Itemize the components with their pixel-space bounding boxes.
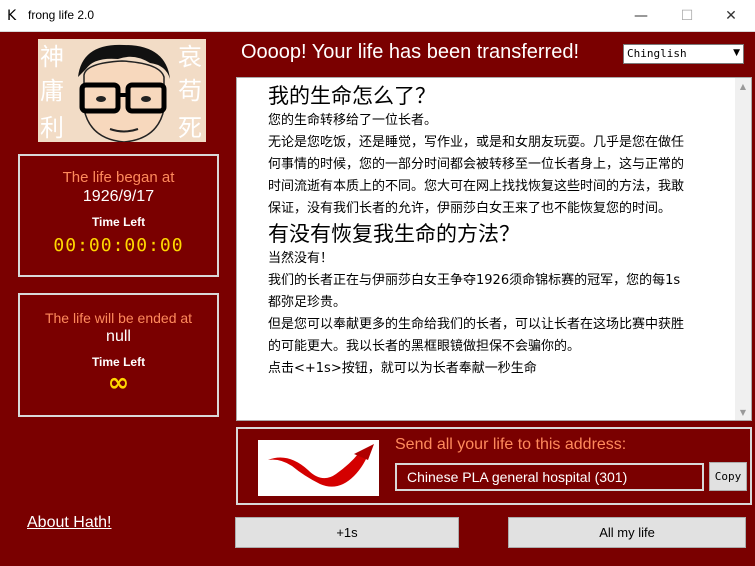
scroll-up-icon[interactable]: ▲: [735, 78, 751, 94]
minimize-icon: —: [634, 7, 648, 24]
avatar-char-6: 死: [178, 114, 202, 142]
avatar-char-2: 庸: [40, 77, 64, 105]
info-text-body: 我的生命怎么了？ 您的生命转移给了一位长者。 无论是您吃饭，还是睡觉，写作业，或…: [268, 82, 692, 380]
elder-portrait-image: 神 庸 利 哀 苟 死: [38, 39, 206, 142]
address-field[interactable]: Chinese PLA general hospital (301): [395, 463, 704, 491]
life-began-label: The life began at: [62, 169, 175, 186]
time-left-label: Time Left: [91, 215, 146, 229]
send-address-label: Send all your life to this address:: [395, 436, 627, 453]
plus-one-second-button[interactable]: +1s: [235, 517, 459, 548]
section-heading-recovery: 有没有恢复我生命的方法？: [268, 222, 520, 246]
infinity-icon: ∞: [107, 368, 130, 398]
section-heading-what-happened: 我的生命怎么了？: [268, 84, 436, 108]
language-select[interactable]: Chinglish ▼: [623, 44, 744, 64]
avatar-char-4: 哀: [178, 43, 202, 71]
about-link[interactable]: About Hath!: [27, 514, 112, 532]
time-left-label: Time Left: [91, 355, 146, 369]
minimize-button[interactable]: —: [618, 0, 664, 31]
all-my-life-button[interactable]: All my life: [508, 517, 746, 548]
info-text-panel[interactable]: 我的生命怎么了？ 您的生命转移给了一位长者。 无论是您吃饭，还是睡觉，写作业，或…: [236, 77, 752, 421]
avatar-char-3: 利: [40, 114, 64, 142]
time-left-timer: 00:00:00:00: [53, 235, 184, 256]
life-began-panel: The life began at 1926/9/17 Time Left 00…: [18, 154, 219, 277]
avatar-char-5: 苟: [178, 77, 202, 105]
chevron-down-icon: ▼: [733, 48, 740, 58]
window-title: frong life 2.0: [28, 8, 95, 22]
ribbon-icon: [268, 444, 374, 487]
vertical-scrollbar[interactable]: ▲ ▼: [735, 78, 751, 420]
life-ended-panel: The life will be ended at null Time Left…: [18, 293, 219, 417]
paragraph: 当然没有！: [268, 251, 334, 266]
red-ribbon-image: [258, 440, 379, 496]
maximize-button[interactable]: ☐: [664, 0, 710, 31]
paragraph: 我们的长者正在与伊丽莎白女王争夺1926须命锦标赛的冠军，您的每1s都弥足珍贵。: [268, 273, 681, 310]
scroll-down-icon[interactable]: ▼: [735, 404, 751, 420]
app-icon: K: [7, 8, 17, 24]
main-panel: 神 庸 利 哀 苟 死 The life began at 1926/9/17 …: [0, 32, 755, 566]
life-ended-date: null: [106, 328, 131, 345]
send-address-panel: Send all your life to this address: Chin…: [236, 427, 752, 505]
avatar-char-1: 神: [40, 43, 64, 71]
avatar: 神 庸 利 哀 苟 死: [38, 39, 206, 142]
maximize-icon: ☐: [680, 7, 694, 24]
copy-button[interactable]: Copy: [709, 462, 747, 491]
language-selected-value: Chinglish: [627, 47, 687, 60]
paragraph: 但是您可以奉献更多的生命给我们的长者，可以让长者在这场比赛中获胜的可能更大。我以…: [268, 317, 685, 354]
paragraph: 无论是您吃饭，还是睡觉，写作业，或是和女朋友玩耍。几乎是您在做任何事情的时候，您…: [268, 135, 685, 216]
paragraph: 点击<+1s>按钮，就可以为长者奉献一秒生命: [268, 361, 537, 376]
life-ended-label: The life will be ended at: [44, 310, 193, 326]
life-began-date: 1926/9/17: [82, 188, 155, 205]
title-bar: K frong life 2.0 — ☐ ✕: [0, 0, 755, 32]
close-icon: ✕: [725, 7, 737, 24]
close-button[interactable]: ✕: [708, 0, 754, 31]
headline: Oooop! Your life has been transferred!: [241, 41, 580, 63]
paragraph: 您的生命转移给了一位长者。: [268, 113, 438, 128]
